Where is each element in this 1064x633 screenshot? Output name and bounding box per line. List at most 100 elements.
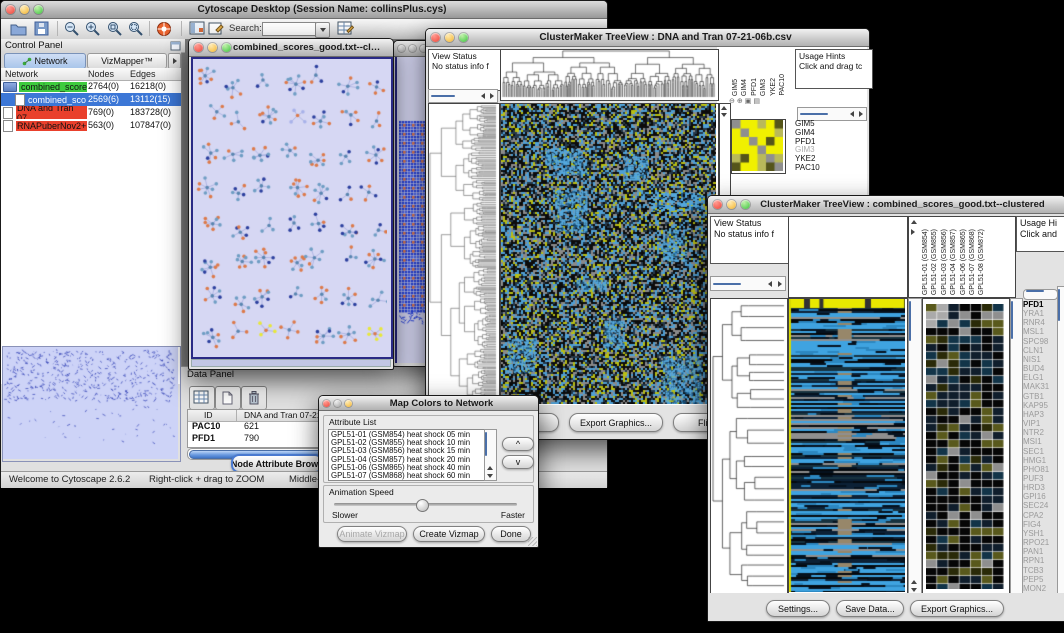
search-dropdown-button[interactable] [315, 22, 330, 38]
float-panel-icon[interactable] [170, 41, 181, 51]
network-row[interactable]: DNA and Tran 07 769(0) 183728(0) [1, 106, 181, 119]
zoom-icon[interactable] [459, 33, 468, 42]
main-title-bar[interactable]: Cytoscape Desktop (Session Name: collins… [1, 1, 607, 19]
scroll-left-icon[interactable] [850, 111, 854, 117]
scroll-down-icon[interactable] [721, 113, 727, 117]
column-dendrogram-canvas[interactable] [501, 50, 716, 98]
create-vizmap-button[interactable]: Create Vizmap [413, 526, 485, 542]
panel-layout-icon[interactable] [189, 21, 205, 36]
scroll-left-icon[interactable] [481, 93, 485, 99]
tab-network[interactable]: Network [4, 53, 86, 69]
zoom-view-vscrollbar[interactable] [1010, 298, 1023, 595]
row-dendrogram-canvas[interactable] [429, 104, 497, 404]
minimize-icon[interactable] [445, 33, 454, 42]
network-row[interactable]: RNAPuberNov2+ 563(0) 107847(0) [1, 119, 181, 132]
close-icon[interactable] [6, 5, 15, 14]
save-icon[interactable] [34, 21, 49, 36]
scrollbar-thumb[interactable] [713, 283, 741, 285]
new-attribute-button[interactable] [215, 386, 241, 410]
attribute-table-icon[interactable] [337, 21, 354, 36]
column-dendrogram-frame[interactable] [788, 216, 908, 298]
zoom-out-icon[interactable] [64, 21, 80, 37]
zoom-fit-icon[interactable] [128, 21, 144, 37]
zoom-in-icon[interactable] [85, 21, 101, 37]
network1-hscrollbar[interactable] [191, 359, 391, 367]
scrollbar-thumb[interactable] [1011, 301, 1013, 339]
network-graph-canvas[interactable] [193, 59, 387, 353]
export-graphics-button[interactable]: Export Graphics... [569, 413, 663, 432]
scroll-up-icon[interactable] [721, 106, 727, 110]
col-network[interactable]: Network [5, 69, 38, 79]
scrollbar-thumb[interactable] [1058, 289, 1060, 321]
view-status-scrollbar[interactable] [428, 89, 498, 103]
col-id[interactable]: ID [204, 410, 213, 420]
gene-list-hscrollbar[interactable] [1023, 289, 1058, 300]
row-dendrogram-canvas[interactable] [711, 299, 785, 592]
heatmap-frame[interactable] [788, 298, 908, 595]
settings-button[interactable]: Settings... [766, 600, 830, 617]
correlation-matrix-canvas[interactable] [732, 120, 783, 171]
col-nodes[interactable]: Nodes [88, 69, 114, 79]
minimize-icon[interactable] [409, 45, 416, 52]
scroll-up-icon[interactable] [911, 580, 917, 584]
zoom-heatmap-canvas[interactable] [926, 304, 1004, 589]
birdseye-view[interactable] [2, 346, 181, 462]
treeview1-title-bar[interactable]: ClusterMaker TreeView : DNA and Tran 07-… [426, 29, 869, 47]
scrollbar-thumb[interactable] [909, 301, 911, 341]
network2-grid-canvas[interactable] [399, 119, 428, 325]
move-down-button[interactable]: v [502, 455, 534, 469]
network-row[interactable]: combined_scores 2764(0) 16218(0) [1, 80, 181, 93]
attribute-list[interactable]: GPL51-01 (GSM854) heat shock 05 minGPL51… [328, 429, 489, 481]
heatmap-canvas[interactable] [789, 299, 905, 592]
close-icon[interactable] [431, 33, 440, 42]
scrollbar-thumb[interactable] [800, 113, 828, 115]
treeview2-title-bar[interactable]: ClusterMaker TreeView : combined_scores_… [708, 196, 1064, 214]
zoom-icon[interactable] [34, 5, 43, 14]
help-lifering-icon[interactable] [156, 21, 172, 37]
correlation-matrix-frame[interactable] [731, 119, 786, 174]
tab-vizmapper[interactable]: VizMapper™ [87, 53, 167, 69]
animate-vizmap-button[interactable]: Animate Vizmap [337, 526, 407, 542]
scroll-down-icon[interactable] [911, 588, 917, 592]
row-dendrogram-frame[interactable] [710, 298, 788, 595]
close-icon[interactable] [398, 45, 405, 52]
close-icon[interactable] [194, 43, 203, 52]
close-icon[interactable] [713, 200, 722, 209]
zoom-icon[interactable] [222, 43, 231, 52]
network1-title-bar[interactable]: combined_scores_good.txt--cluste... [189, 39, 393, 57]
heatmap-frame[interactable] [500, 103, 719, 407]
minimize-icon[interactable] [727, 200, 736, 209]
gene-list-vscrollbar[interactable] [1057, 286, 1064, 595]
scroll-up-icon[interactable] [911, 220, 917, 224]
scrollbar-thumb[interactable] [1026, 290, 1044, 292]
birdseye-canvas[interactable] [3, 347, 178, 459]
move-up-button[interactable]: ^ [502, 437, 534, 451]
heatmap-canvas[interactable] [501, 104, 716, 404]
speed-slider-thumb[interactable] [416, 499, 429, 512]
zoom-view-frame[interactable] [922, 298, 1010, 595]
open-file-icon[interactable] [10, 21, 27, 36]
treeview1-right-scrollbar[interactable] [797, 107, 867, 121]
view-status-scrollbar[interactable] [710, 276, 786, 291]
column-dendrogram-frame[interactable] [500, 49, 719, 101]
scroll-right-icon[interactable] [490, 93, 494, 99]
annotation-icon[interactable] [208, 21, 224, 36]
scrollbar-thumb[interactable] [485, 432, 487, 456]
tab-overflow-button[interactable] [168, 53, 181, 69]
zoom-icon[interactable] [345, 400, 352, 407]
export-graphics-button[interactable]: Export Graphics... [910, 600, 1004, 617]
done-button[interactable]: Done [491, 526, 531, 542]
scrollbar-thumb[interactable] [431, 95, 455, 97]
col-edges[interactable]: Edges [130, 69, 156, 79]
scroll-right-icon[interactable] [778, 281, 782, 287]
save-data-button[interactable]: Save Data... [836, 600, 904, 617]
minimize-icon[interactable] [334, 400, 341, 407]
scroll-right-icon[interactable] [859, 111, 863, 117]
row-dendrogram-frame[interactable] [428, 103, 500, 407]
scroll-up-icon[interactable] [487, 466, 493, 470]
zoom-selected-icon[interactable] [107, 21, 123, 37]
treeview1-zoom-icons[interactable]: ⊖⊕▣▤ [729, 97, 762, 105]
network-row-selected[interactable]: combined_sco 2569(6) 13112(15) [1, 93, 181, 106]
dialog-title-bar[interactable]: Map Colors to Network [319, 396, 538, 411]
minimize-icon[interactable] [208, 43, 217, 52]
